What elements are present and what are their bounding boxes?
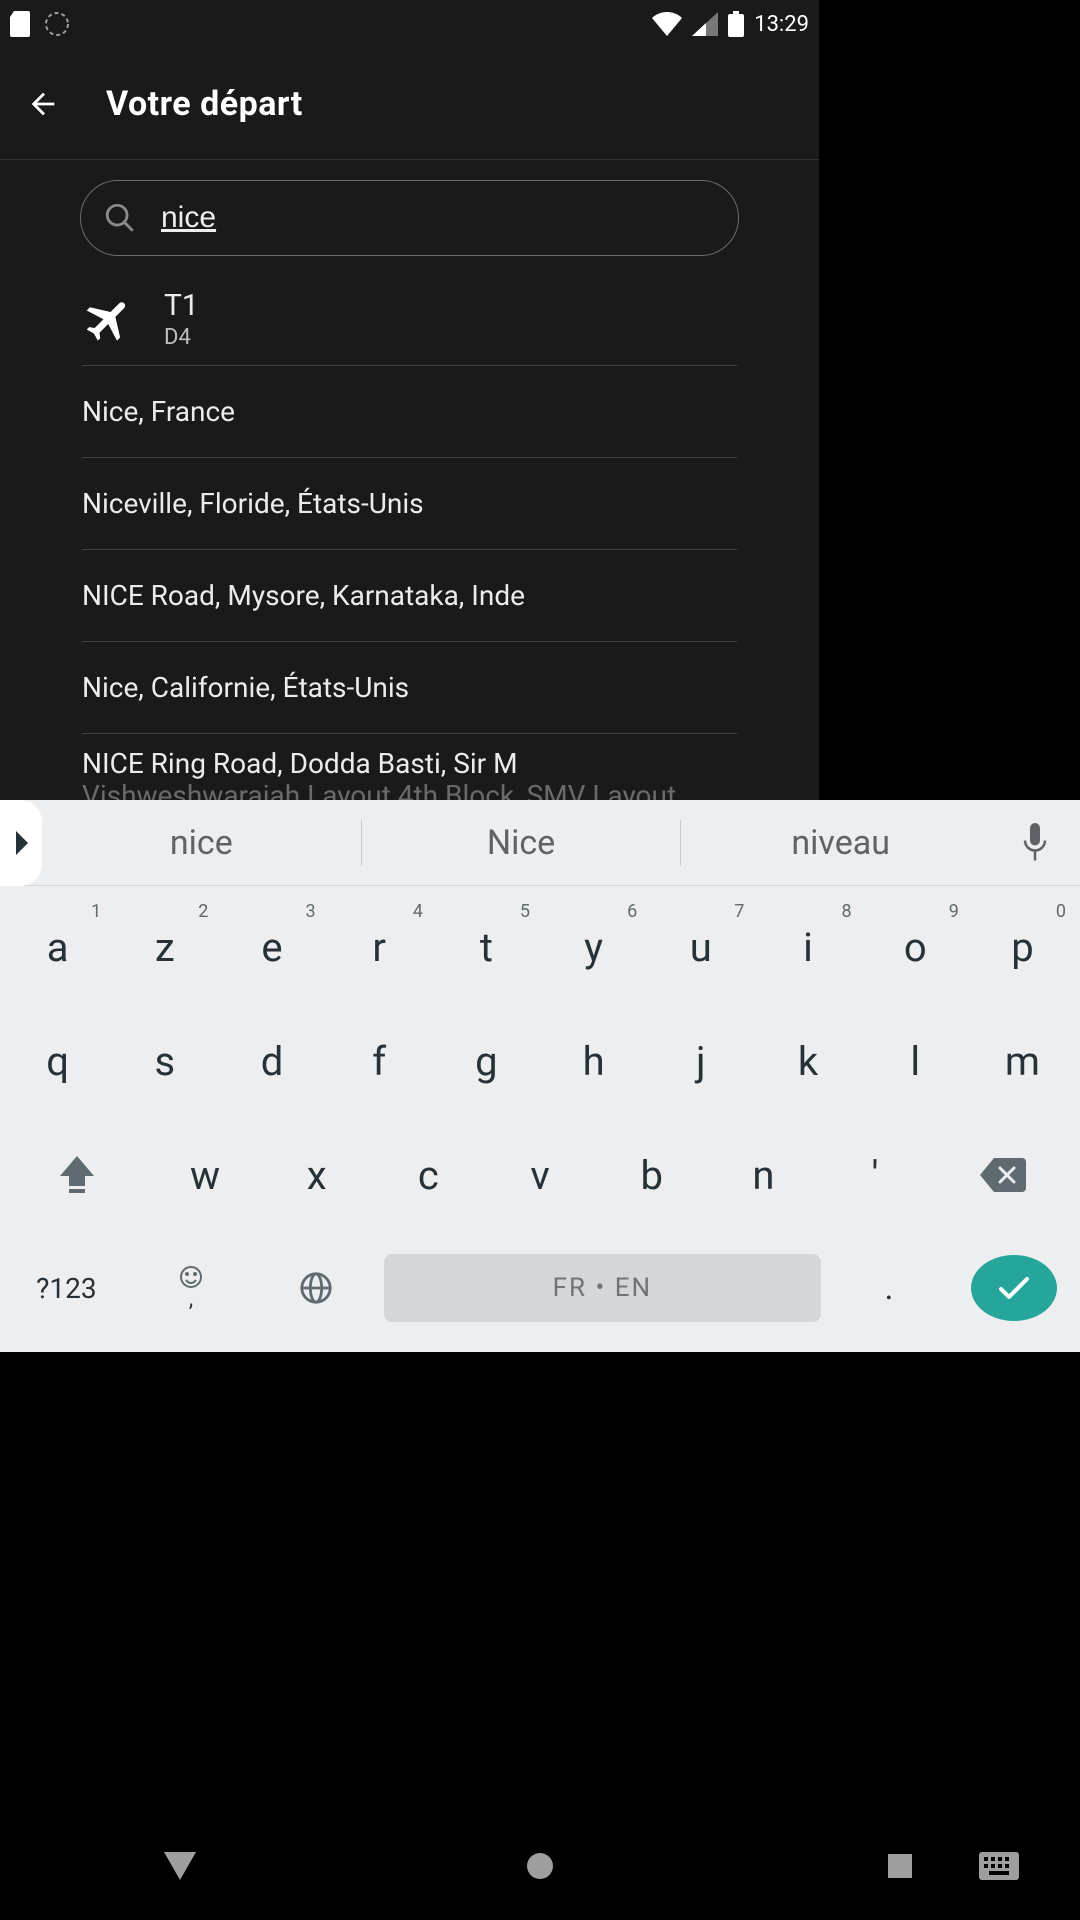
cell-signal-icon: [692, 12, 718, 36]
search-field[interactable]: [80, 180, 739, 256]
suggestion[interactable]: niveau: [681, 823, 1000, 863]
nav-home-button[interactable]: [509, 1843, 571, 1889]
nav-bar: [0, 1812, 1080, 1920]
space-key[interactable]: FR • EN: [384, 1254, 820, 1322]
nav-recent-button[interactable]: [869, 1843, 931, 1889]
enter-key[interactable]: [951, 1255, 1076, 1321]
result-label: Niceville, Floride, États-Unis: [82, 487, 424, 520]
status-time: 13:29: [754, 12, 809, 37]
page-title: Votre départ: [106, 84, 303, 124]
key-k[interactable]: k: [754, 1011, 861, 1111]
key-w[interactable]: w: [149, 1125, 261, 1225]
result-label-cut: Vishweshwaraiah Layout 4th Block, SMV La…: [82, 779, 676, 800]
key-p[interactable]: p0: [969, 897, 1076, 997]
suggestion-bar: nice Nice niveau: [0, 800, 1080, 886]
status-bar: 13:29: [0, 0, 819, 48]
key-g[interactable]: g: [433, 1011, 540, 1111]
key-h[interactable]: h: [540, 1011, 647, 1111]
key-t[interactable]: t5: [433, 897, 540, 997]
key-q[interactable]: q: [4, 1011, 111, 1111]
language-key[interactable]: [253, 1271, 378, 1305]
key-r[interactable]: r4: [326, 897, 433, 997]
airplane-icon: [82, 293, 136, 347]
search-input[interactable]: [161, 201, 716, 235]
key-f[interactable]: f: [326, 1011, 433, 1111]
result-airport[interactable]: T1 D4: [82, 274, 737, 366]
wifi-icon: [652, 12, 682, 36]
search-icon: [103, 201, 137, 235]
key-n[interactable]: n: [708, 1125, 820, 1225]
results-list: T1 D4 Nice, France Niceville, Floride, É…: [0, 274, 819, 800]
key-z[interactable]: z2: [111, 897, 218, 997]
battery-icon: [728, 11, 744, 37]
key-v[interactable]: v: [484, 1125, 596, 1225]
key-i[interactable]: i8: [754, 897, 861, 997]
result-label: Nice, France: [82, 395, 235, 428]
back-button[interactable]: [18, 79, 68, 129]
nav-keyboard-button[interactable]: [968, 1843, 1030, 1889]
airport-terminal: T1: [164, 289, 199, 322]
nav-back-button[interactable]: [149, 1843, 211, 1889]
backspace-key[interactable]: [931, 1125, 1076, 1225]
soft-keyboard: nice Nice niveau a1z2e3r4t5y6u7i8o9p0 qs…: [0, 800, 1080, 1352]
content-area: T1 D4 Nice, France Niceville, Floride, É…: [0, 160, 819, 800]
result-label: Nice, Californie, États-Unis: [82, 671, 409, 704]
key-u[interactable]: u7: [647, 897, 754, 997]
key-y[interactable]: y6: [540, 897, 647, 997]
sd-card-icon: [10, 11, 32, 37]
key-l[interactable]: l: [862, 1011, 969, 1111]
result-label: NICE Ring Road, Dodda Basti, Sir M: [82, 747, 518, 780]
app-bar: Votre départ: [0, 48, 819, 160]
key-x[interactable]: x: [261, 1125, 373, 1225]
key-d[interactable]: d: [218, 1011, 325, 1111]
suggestion[interactable]: nice: [42, 823, 361, 863]
result-item[interactable]: Nice, France: [82, 366, 737, 458]
mic-button[interactable]: [1000, 808, 1070, 878]
shift-key[interactable]: [4, 1125, 149, 1225]
key-s[interactable]: s: [111, 1011, 218, 1111]
key-o[interactable]: o9: [862, 897, 969, 997]
result-item[interactable]: NICE Road, Mysore, Karnataka, Inde: [82, 550, 737, 642]
period-key[interactable]: .: [827, 1268, 952, 1308]
result-label: NICE Road, Mysore, Karnataka, Inde: [82, 579, 525, 612]
key-e[interactable]: e3: [218, 897, 325, 997]
airport-gate: D4: [164, 326, 199, 350]
key-a[interactable]: a1: [4, 897, 111, 997]
result-item[interactable]: Nice, Californie, États-Unis: [82, 642, 737, 734]
key-m[interactable]: m: [969, 1011, 1076, 1111]
suggestion[interactable]: Nice: [362, 823, 681, 863]
key-apostrophe[interactable]: ': [819, 1125, 931, 1225]
symbols-key[interactable]: ?123: [4, 1272, 129, 1305]
key-c[interactable]: c: [373, 1125, 485, 1225]
key-j[interactable]: j: [647, 1011, 754, 1111]
sync-icon: [44, 11, 70, 37]
key-b[interactable]: b: [596, 1125, 708, 1225]
result-item[interactable]: NICE Ring Road, Dodda Basti, Sir M Vishw…: [82, 734, 737, 800]
emoji-key[interactable]: ,: [129, 1265, 254, 1312]
result-item[interactable]: Niceville, Floride, États-Unis: [82, 458, 737, 550]
expand-suggestions-button[interactable]: [0, 800, 42, 886]
